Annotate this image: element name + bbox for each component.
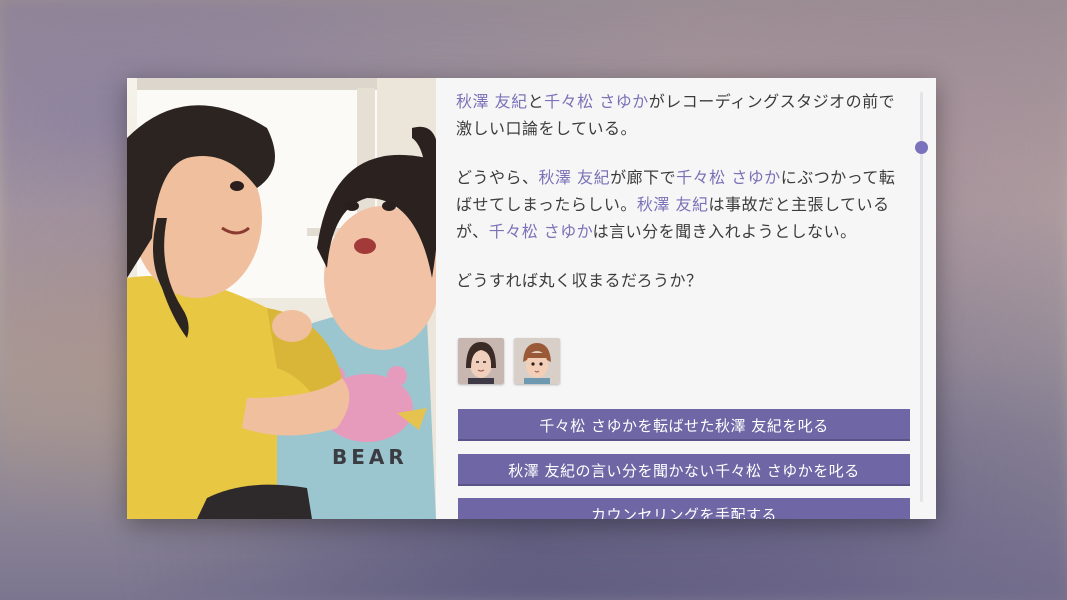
story-paragraph: どうすれば丸く収まるだろうか？	[456, 267, 906, 294]
scrollbar-thumb[interactable]	[915, 141, 928, 154]
character-name: 秋澤 友紀	[538, 168, 611, 187]
event-card: BEAR 秋澤 友紀と千々松 さゆかがレコーディングスタジオの前で激しい口論をし…	[127, 78, 936, 519]
event-story-text: 秋澤 友紀と千々松 さゆかがレコーディングスタジオの前で激しい口論をしている。ど…	[456, 88, 906, 316]
choice-label: カウンセリングを手配する	[590, 505, 777, 520]
avatar[interactable]	[514, 338, 560, 384]
character-name: 千々松 さゆか	[488, 222, 593, 241]
story-text: どうやら、	[456, 168, 539, 187]
avatar[interactable]	[458, 338, 504, 384]
story-text: どうすれば丸く収まるだろうか？	[456, 271, 703, 290]
character-name: 千々松 さゆか	[676, 168, 781, 187]
story-text: は言い分を聞き入れようとしない。	[592, 222, 857, 241]
event-illustration: BEAR	[127, 78, 436, 519]
story-text: が廊下で	[610, 168, 677, 187]
event-panel: 秋澤 友紀と千々松 さゆかがレコーディングスタジオの前で激しい口論をしている。ど…	[436, 78, 936, 519]
involved-characters	[458, 338, 560, 384]
story-paragraph: どうやら、秋澤 友紀が廊下で千々松 さゆかにぶつかって転ばせてしまったらしい。秋…	[456, 164, 906, 245]
choice-label: 秋澤 友紀の言い分を聞かない千々松 さゆかを叱る	[508, 461, 860, 480]
choice-button-arrange-counseling[interactable]: カウンセリングを手配する	[458, 498, 910, 519]
choice-button-scold-akizawa[interactable]: 千々松 さゆかを転ばせた秋澤 友紀を叱る	[458, 409, 910, 441]
character-name: 秋澤 友紀	[456, 92, 528, 111]
choice-button-scold-chijimatsu[interactable]: 秋澤 友紀の言い分を聞かない千々松 さゆかを叱る	[458, 454, 910, 486]
character-name: 千々松 さゆか	[544, 92, 649, 111]
story-text: と	[527, 92, 545, 111]
character-portrait-icon	[458, 338, 504, 384]
illustration-art: BEAR	[127, 78, 436, 519]
character-name: 秋澤 友紀	[636, 195, 709, 214]
svg-text:BEAR: BEAR	[332, 445, 408, 469]
story-paragraph: 秋澤 友紀と千々松 さゆかがレコーディングスタジオの前で激しい口論をしている。	[456, 88, 906, 142]
character-portrait-icon	[514, 338, 560, 384]
choice-label: 千々松 さゆかを転ばせた秋澤 友紀を叱る	[539, 416, 829, 435]
